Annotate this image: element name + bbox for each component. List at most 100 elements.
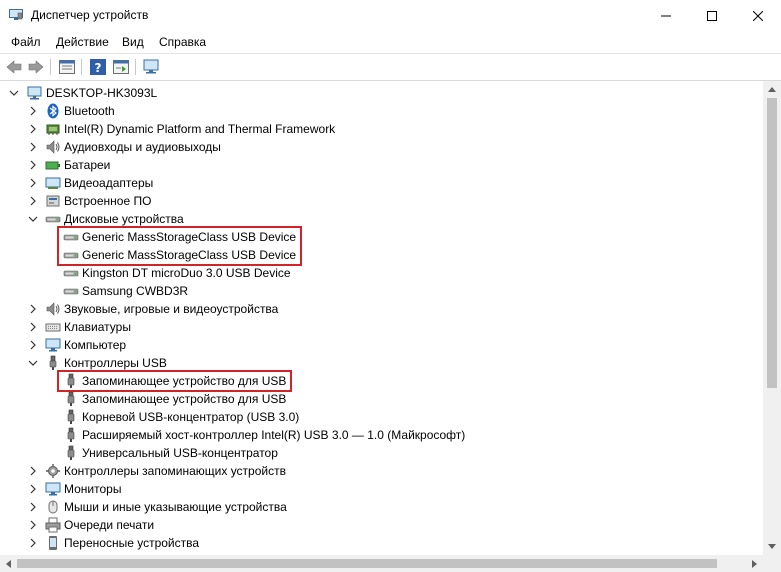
toolbar-separator [50, 59, 51, 75]
battery-icon [45, 161, 60, 170]
chevron-right-icon[interactable] [28, 124, 38, 134]
back-button[interactable] [5, 58, 23, 76]
scan-hardware-button[interactable] [143, 58, 161, 76]
tree-device[interactable]: Корневой USB-концентратор (USB 3.0) [0, 408, 763, 426]
chevron-left-icon [6, 559, 11, 568]
tree-category[interactable]: Переносные устройства [0, 534, 763, 552]
tree-category[interactable]: Мониторы [0, 480, 763, 498]
tree-item-label: Мыши и иные указывающие устройства [64, 500, 287, 514]
properties-button[interactable] [58, 58, 76, 76]
forward-arrow-icon [28, 60, 44, 74]
menu-view[interactable]: Вид [122, 35, 144, 49]
disk-drive-icon [45, 216, 61, 223]
horizontal-scroll-thumb[interactable] [17, 559, 717, 568]
horizontal-scrollbar[interactable] [0, 555, 781, 572]
tree-category[interactable]: Встроенное ПО [0, 192, 763, 210]
help-button[interactable]: ? [89, 58, 107, 76]
highlight-box [57, 226, 302, 266]
menu-help[interactable]: Справка [159, 35, 206, 49]
chevron-right-icon[interactable] [28, 142, 38, 152]
chevron-right-icon[interactable] [28, 160, 38, 170]
tree-device[interactable]: Samsung CWBD3R [0, 282, 763, 300]
update-driver-icon [113, 60, 129, 74]
tree-device[interactable]: Kingston DT microDuo 3.0 USB Device [0, 264, 763, 282]
tree-item-label: Дисковые устройства [64, 212, 184, 226]
tree-item-label: Универсальный USB-концентратор [82, 446, 278, 460]
tree-category[interactable]: Батареи [0, 156, 763, 174]
tree-category[interactable]: Контроллеры запоминающих устройств [0, 462, 763, 480]
tree-category[interactable]: Видеоадаптеры [0, 174, 763, 192]
usb-plug-icon [67, 409, 75, 424]
close-icon [753, 10, 763, 21]
device-manager-app-icon [9, 9, 23, 20]
scroll-left-button[interactable] [0, 555, 17, 572]
close-button[interactable] [735, 0, 781, 31]
chevron-down-icon [768, 544, 776, 549]
update-driver-button[interactable] [112, 58, 130, 76]
properties-icon [59, 60, 75, 74]
tree-item-label: Батареи [64, 158, 111, 172]
chevron-right-icon[interactable] [28, 196, 38, 206]
tree-item-label: Переносные устройства [64, 536, 200, 550]
tree-device[interactable]: Запоминающее устройство для USB [0, 390, 763, 408]
usb-icon [49, 355, 57, 370]
tree-item-label: Корневой USB-концентратор (USB 3.0) [82, 410, 300, 424]
chip-icon [46, 124, 60, 135]
tree-item-label: Встроенное ПО [64, 194, 152, 208]
chevron-down-icon[interactable] [28, 358, 38, 368]
chevron-right-icon[interactable] [28, 538, 38, 548]
tree-category[interactable]: Мыши и иные указывающие устройства [0, 498, 763, 516]
firmware-icon [46, 195, 60, 207]
chevron-right-icon[interactable] [28, 502, 38, 512]
menu-action[interactable]: Действие [56, 35, 109, 49]
scroll-up-button[interactable] [763, 81, 781, 98]
chevron-right-icon[interactable] [28, 106, 38, 116]
usb-plug-icon [67, 445, 75, 460]
help-icon: ? [90, 59, 106, 75]
tree-item-label: Контроллеры USB [64, 356, 167, 370]
back-arrow-icon [6, 60, 22, 74]
chevron-right-icon[interactable] [28, 484, 38, 494]
tree-category[interactable]: Очереди печати [0, 516, 763, 534]
speaker-icon [46, 302, 60, 316]
usb-plug-icon [67, 427, 75, 442]
forward-button[interactable] [27, 58, 45, 76]
computer-monitor-icon [143, 59, 159, 74]
vertical-scrollbar[interactable] [763, 81, 781, 555]
tree-category[interactable]: Компьютер [0, 336, 763, 354]
minimize-button[interactable] [643, 0, 689, 31]
menu-file[interactable]: Файл [11, 35, 41, 49]
tree-root-computer[interactable]: DESKTOP-HK3093L [0, 84, 763, 102]
tree-category[interactable]: Звуковые, игровые и видеоустройства [0, 300, 763, 318]
title-bar: Диспетчер устройств [0, 0, 781, 31]
maximize-button[interactable] [689, 0, 735, 31]
tree-device[interactable]: Универсальный USB-концентратор [0, 444, 763, 462]
chevron-right-icon[interactable] [28, 340, 38, 350]
tree-category[interactable]: Клавиатуры [0, 318, 763, 336]
tree-category[interactable]: Аудиовходы и аудиовыходы [0, 138, 763, 156]
chevron-down-icon[interactable] [9, 88, 19, 98]
menu-bar: Файл Действие Вид Справка [0, 31, 781, 54]
tree-item-label: Мониторы [64, 482, 122, 496]
chevron-right-icon[interactable] [28, 466, 38, 476]
vertical-scroll-thumb[interactable] [767, 98, 777, 388]
tree-category[interactable]: Intel(R) Dynamic Platform and Thermal Fr… [0, 120, 763, 138]
chevron-down-icon[interactable] [28, 214, 38, 224]
computer-icon [27, 86, 42, 100]
scroll-right-button[interactable] [746, 555, 763, 572]
monitor-icon [45, 482, 61, 496]
chevron-right-icon[interactable] [28, 304, 38, 314]
disk-drive-icon [63, 288, 79, 295]
portable-device-icon [49, 536, 57, 550]
device-tree[interactable]: DESKTOP-HK3093L Bluetooth Intel(R) Dynamic… [0, 81, 763, 555]
toolbar-separator [81, 59, 82, 75]
chevron-right-icon[interactable] [28, 178, 38, 188]
svg-text:?: ? [95, 61, 102, 75]
chevron-right-icon[interactable] [28, 520, 38, 530]
tree-item-label: Bluetooth [64, 104, 115, 118]
scroll-down-button[interactable] [763, 538, 781, 555]
tree-category[interactable]: Bluetooth [0, 102, 763, 120]
printer-icon [45, 517, 61, 533]
chevron-right-icon[interactable] [28, 322, 38, 332]
tree-device[interactable]: Расширяемый хост-контроллер Intel(R) USB… [0, 426, 763, 444]
